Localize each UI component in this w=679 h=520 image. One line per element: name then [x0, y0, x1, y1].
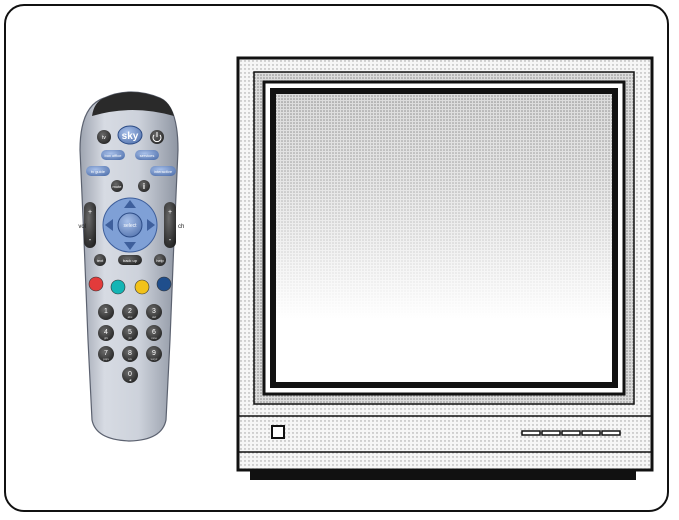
screen-glare: [276, 94, 612, 382]
digit-label: 8: [128, 350, 132, 357]
digit-letters: tuv: [128, 357, 133, 361]
digit-label: 1: [104, 308, 108, 315]
text-label: text: [97, 258, 104, 263]
tv-control-button-4[interactable]: [581, 430, 601, 436]
digit-label: 6: [152, 329, 156, 336]
color-key-3[interactable]: [134, 279, 150, 295]
sky-logo-label: sky: [122, 131, 139, 142]
volume-up-icon: +: [88, 209, 92, 216]
digit-key-8[interactable]: 8tuv: [122, 346, 138, 362]
digit-label: 2: [128, 308, 132, 315]
volume-down-icon: -: [89, 235, 92, 244]
digit-key-3[interactable]: 3def: [146, 304, 162, 320]
color-key-4[interactable]: [156, 276, 172, 292]
color-key-2[interactable]: [110, 279, 126, 295]
tv-power-button[interactable]: [271, 425, 285, 439]
digit-key-5[interactable]: 5jkl: [122, 325, 138, 341]
select-label: select: [123, 223, 137, 229]
digit-key-7[interactable]: 7pqrs: [98, 346, 114, 362]
services-label: services: [140, 153, 155, 158]
digit-label: 9: [152, 350, 156, 357]
digit-label: 3: [152, 308, 156, 315]
sky-remote-control: tv sky box office services tv guide inte…: [78, 91, 184, 442]
digit-key-2[interactable]: 2abc: [122, 304, 138, 320]
back-up-label: back up: [123, 258, 138, 263]
channel-up-icon: +: [168, 209, 172, 216]
digit-letters: abc: [128, 315, 133, 319]
vol-label: vol: [78, 224, 86, 230]
digit-letters: ghi: [104, 336, 108, 340]
digit-letters: mno: [151, 336, 157, 340]
digit-label: 5: [128, 329, 132, 336]
digit-letters: jkl: [128, 336, 132, 340]
digit-key-4[interactable]: 4ghi: [98, 325, 114, 341]
digit-key-0[interactable]: 0◀: [122, 367, 138, 383]
box-office-label: box office: [104, 153, 122, 158]
digit-letters: pqrs: [103, 357, 109, 361]
channel-down-icon: -: [169, 235, 172, 244]
tv-button-label: tv: [102, 135, 106, 141]
color-key-1[interactable]: [88, 276, 104, 292]
ch-label: ch: [178, 224, 184, 230]
tv-control-button-1[interactable]: [521, 430, 541, 436]
television: [236, 56, 654, 480]
tv-control-button-5[interactable]: [601, 430, 621, 436]
info-label: i: [143, 182, 145, 191]
mute-label: mute: [113, 184, 123, 189]
interactive-label: interactive: [154, 169, 173, 174]
tv-control-button-3[interactable]: [561, 430, 581, 436]
help-label: help: [156, 258, 164, 263]
digit-key-6[interactable]: 6mno: [146, 325, 162, 341]
digit-key-1[interactable]: 1: [98, 304, 114, 320]
tv-control-button-2[interactable]: [541, 430, 561, 436]
digit-label: 4: [104, 329, 108, 336]
digit-label: 0: [128, 371, 132, 378]
digit-key-9[interactable]: 9wxyz: [146, 346, 162, 362]
digit-label: 7: [104, 350, 108, 357]
tv-guide-label: tv guide: [91, 169, 106, 174]
digit-letters: def: [152, 315, 156, 319]
digit-letters: wxyz: [151, 357, 158, 361]
